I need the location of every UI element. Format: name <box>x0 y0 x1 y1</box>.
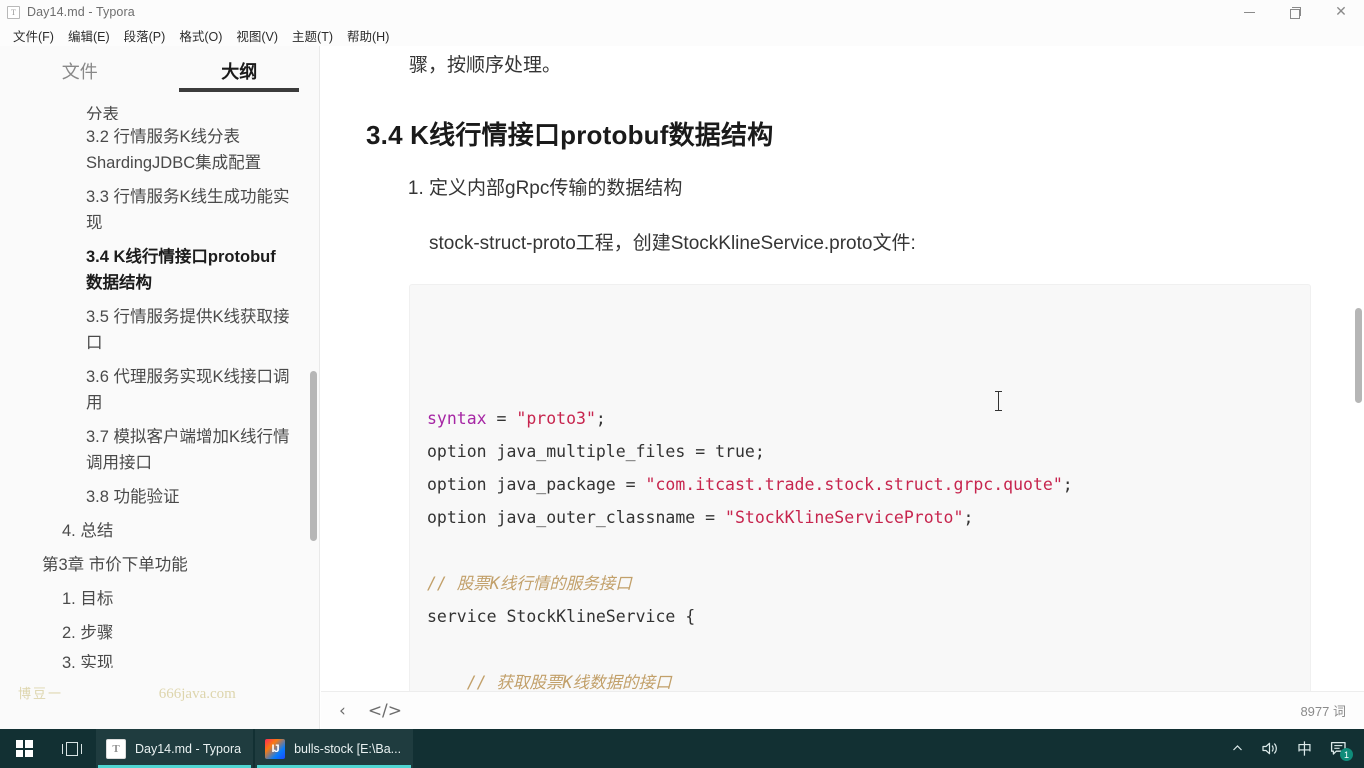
sub-paragraph: stock-struct-proto工程，创建StockKlineService… <box>429 233 916 254</box>
top-paragraph: 骤，按顺序处理。 <box>409 55 562 76</box>
task-view-icon <box>61 741 83 756</box>
show-hidden-icons-button[interactable] <box>1222 729 1253 768</box>
code-token: service StockKlineService { <box>427 607 696 626</box>
code-line: service StockKlineService { <box>427 600 1310 633</box>
list-item: 定义内部gRpc传输的数据结构 <box>429 174 1309 204</box>
typora-window: T Day14.md - Typora ✕ 文件(F) 编辑(E) 段落(P) … <box>0 0 1364 768</box>
code-line: option java_package = "com.itcast.trade.… <box>427 468 1310 501</box>
word-count: 8977 词 <box>1300 704 1346 719</box>
task-view-button[interactable] <box>48 729 96 768</box>
taskbar-item-label: Day14.md - Typora <box>135 741 242 756</box>
code-line: option java_multiple_files = true; <box>427 435 1310 468</box>
sidebar-tabs: 文件 大纲 <box>0 46 319 96</box>
code-token: = <box>486 409 517 428</box>
app-icon: T <box>7 5 20 19</box>
sidebar: 文件 大纲 分表 3.2 行情服务K线分表ShardingJDBC集成配置 3.3 … <box>0 46 320 729</box>
windows-start-button[interactable] <box>0 729 48 768</box>
outline-item[interactable]: 4. 总结 <box>0 514 319 548</box>
editor-scrollbar[interactable] <box>1355 308 1362 403</box>
chevron-up-icon <box>1233 745 1242 751</box>
code-token: option java_package = <box>427 475 646 494</box>
editor-area[interactable]: 骤，按顺序处理。 3.4 K线行情接口protobuf数据结构 定义内部gRpc… <box>321 46 1364 691</box>
maximize-button[interactable] <box>1272 0 1318 24</box>
outline-item[interactable]: 3.3 行情服务K线生成功能实现 <box>0 180 319 240</box>
window-controls: ✕ <box>1226 0 1364 24</box>
outline-item[interactable]: 3.2 行情服务K线分表ShardingJDBC集成配置 <box>0 120 319 180</box>
outline-item[interactable]: 3.5 行情服务提供K线获取接口 <box>0 300 319 360</box>
tab-files[interactable]: 文件 <box>0 46 160 96</box>
menu-item-theme[interactable]: 主题(T) <box>285 24 340 47</box>
code-token-cmt: // 获取股票K线数据的接口 <box>466 673 672 691</box>
code-block[interactable]: syntax = "proto3"; option java_multiple_f… <box>409 284 1311 691</box>
code-token-kw: syntax <box>427 409 487 428</box>
intellij-icon: IJ <box>265 738 286 759</box>
taskbar-item-typora[interactable]: T Day14.md - Typora <box>96 729 254 768</box>
minimize-icon <box>1243 11 1255 13</box>
code-token-cmt: // 股票K线行情的服务接口 <box>427 574 632 593</box>
notifications-button[interactable]: 1 <box>1321 729 1356 768</box>
code-line: option java_outer_classname = "StockKlin… <box>427 501 1310 534</box>
code-token: ; <box>595 409 606 428</box>
outline-item[interactable]: 2. 步骤 <box>0 616 319 650</box>
menu-item-edit[interactable]: 编辑(E) <box>61 24 117 47</box>
code-token: option java_outer_classname = <box>427 508 726 527</box>
tab-outline[interactable]: 大纲 <box>160 46 320 96</box>
notification-badge: 1 <box>1340 748 1353 761</box>
windows-start-icon <box>15 740 33 757</box>
close-button[interactable]: ✕ <box>1318 0 1364 24</box>
code-line: // 股票K线行情的服务接口 <box>427 567 1310 600</box>
outline-item[interactable]: 分表 <box>0 102 319 120</box>
title-bar: T Day14.md - Typora ✕ <box>0 0 1364 24</box>
status-bar: ‹ </> 8977 词 <box>321 691 1364 729</box>
outline-item[interactable]: 3. 实现 <box>0 650 319 668</box>
code-token: ; <box>963 508 974 527</box>
taskbar-item-intellij[interactable]: IJ bulls-stock [E:\Ba... <box>255 729 414 768</box>
outline-item[interactable]: 3.8 功能验证 <box>0 480 319 514</box>
code-token-str: "proto3" <box>516 409 596 428</box>
code-line: // 获取股票K线数据的接口 <box>427 666 1310 691</box>
close-icon: ✕ <box>1335 4 1347 20</box>
code-line: syntax = "proto3"; <box>427 402 1310 435</box>
outline-item[interactable]: 第3章 市价下单功能 <box>0 548 319 582</box>
outline-item[interactable]: 3.6 代理服务实现K线接口调用 <box>0 360 319 420</box>
menu-item-paragraph[interactable]: 段落(P) <box>117 24 173 47</box>
ime-indicator[interactable]: 中 <box>1288 729 1321 768</box>
taskbar: T Day14.md - Typora IJ bulls-stock [E:\B… <box>0 729 1364 768</box>
page-title: 3.4 K线行情接口protobuf数据结构 <box>366 120 774 150</box>
code-token: ; <box>1062 475 1073 494</box>
menu-bar: 文件(F) 编辑(E) 段落(P) 格式(O) 视图(V) 主题(T) 帮助(H… <box>0 24 1364 46</box>
outline-item[interactable]: 3.4 K线行情接口protobuf数据结构 <box>0 240 319 300</box>
menu-item-format[interactable]: 格式(O) <box>172 24 229 47</box>
minimize-button[interactable] <box>1226 0 1272 24</box>
system-tray: 中 1 <box>1222 729 1364 768</box>
volume-button[interactable] <box>1253 729 1288 768</box>
menu-item-file[interactable]: 文件(F) <box>6 24 61 47</box>
menu-item-help[interactable]: 帮助(H) <box>340 24 396 47</box>
menu-item-view[interactable]: 视图(V) <box>229 24 285 47</box>
window-title: Day14.md - Typora <box>27 5 135 19</box>
outline-item[interactable]: 1. 目标 <box>0 582 319 616</box>
outline-list[interactable]: 分表 3.2 行情服务K线分表ShardingJDBC集成配置 3.3 行情服务K线… <box>0 102 319 729</box>
code-token-str: "StockKlineServiceProto" <box>725 508 964 527</box>
outline-item[interactable]: 3.7 模拟客户端增加K线行情调用接口 <box>0 420 319 480</box>
restore-icon <box>1290 7 1301 19</box>
code-token: option java_multiple_files = true; <box>427 442 765 461</box>
typora-icon: T <box>106 738 126 759</box>
text-caret <box>995 391 1002 411</box>
sidebar-scrollbar[interactable] <box>310 371 317 541</box>
code-token-str: "com.itcast.trade.stock.struct.grpc.quot… <box>645 475 1063 494</box>
taskbar-item-label: bulls-stock [E:\Ba... <box>294 741 402 756</box>
document-content: 骤，按顺序处理。 3.4 K线行情接口protobuf数据结构 定义内部gRpc… <box>321 51 1364 691</box>
source-code-icon[interactable]: </> <box>368 701 402 721</box>
volume-icon <box>1262 742 1277 755</box>
numbered-list: 定义内部gRpc传输的数据结构 <box>366 174 1309 204</box>
back-icon[interactable]: ‹ <box>339 701 346 721</box>
